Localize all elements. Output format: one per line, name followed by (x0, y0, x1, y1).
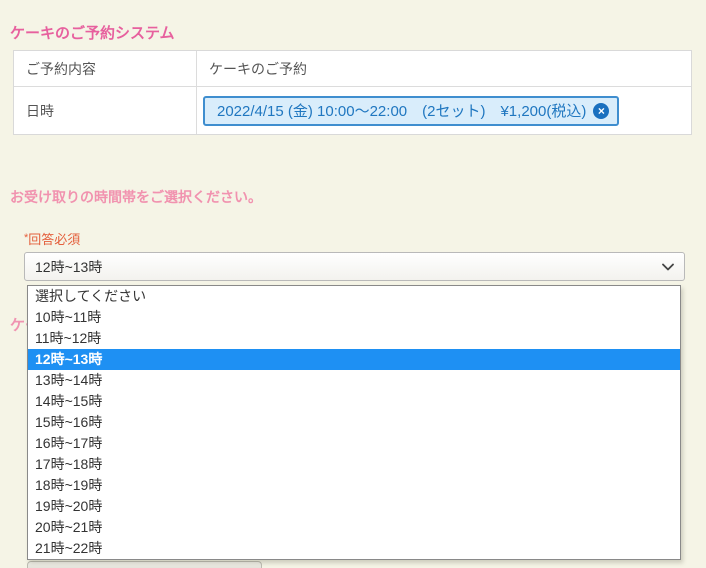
time-option[interactable]: 16時~17時 (28, 433, 680, 454)
reservation-content-value: ケーキのご予約 (197, 51, 691, 86)
time-option[interactable]: 17時~18時 (28, 454, 680, 475)
datetime-tag-text: 2022/4/15 (金) 10:00〜22:00 (2セット) ¥1,200(… (217, 100, 586, 121)
time-option-list[interactable]: 選択してください10時~11時11時~12時12時~13時13時~14時14時~… (27, 285, 681, 560)
time-option[interactable]: 20時~21時 (28, 517, 680, 538)
cake-reservation-page: ケーキのご予約システム ご予約内容 ケーキのご予約 日時 2022/4/15 (… (0, 0, 706, 568)
time-option[interactable]: 11時~12時 (28, 328, 680, 349)
time-option-selected[interactable]: 12時~13時 (28, 349, 680, 370)
time-option[interactable]: 15時~16時 (28, 412, 680, 433)
table-row-reservation-content: ご予約内容 ケーキのご予約 (14, 51, 691, 86)
table-row-datetime: 日時 2022/4/15 (金) 10:00〜22:00 (2セット) ¥1,2… (14, 86, 691, 134)
circle-x-icon[interactable]: × (593, 103, 609, 119)
datetime-value-cell: 2022/4/15 (金) 10:00〜22:00 (2セット) ¥1,200(… (197, 87, 691, 134)
required-label: *回答必須 (24, 229, 80, 248)
time-option[interactable]: 13時~14時 (28, 370, 680, 391)
time-select[interactable]: 12時~13時 (24, 252, 685, 281)
reservation-content-label: ご予約内容 (14, 51, 197, 86)
datetime-tag[interactable]: 2022/4/15 (金) 10:00〜22:00 (2セット) ¥1,200(… (203, 96, 619, 126)
time-option[interactable]: 選択してください (28, 286, 680, 307)
reservation-table: ご予約内容 ケーキのご予約 日時 2022/4/15 (金) 10:00〜22:… (13, 50, 692, 135)
datetime-label: 日時 (14, 87, 197, 134)
chevron-down-icon (662, 263, 674, 271)
time-option[interactable]: 21時~22時 (28, 538, 680, 559)
page-title: ケーキのご予約システム (10, 22, 175, 43)
required-text: 回答必須 (28, 232, 80, 247)
time-option[interactable]: 14時~15時 (28, 391, 680, 412)
time-select-value: 12時~13時 (35, 257, 662, 277)
obscured-element-partial (27, 561, 262, 568)
pickup-time-heading: お受け取りの時間帯をご選択ください。 (10, 187, 262, 207)
time-option[interactable]: 19時~20時 (28, 496, 680, 517)
time-option[interactable]: 10時~11時 (28, 307, 680, 328)
time-option[interactable]: 18時~19時 (28, 475, 680, 496)
